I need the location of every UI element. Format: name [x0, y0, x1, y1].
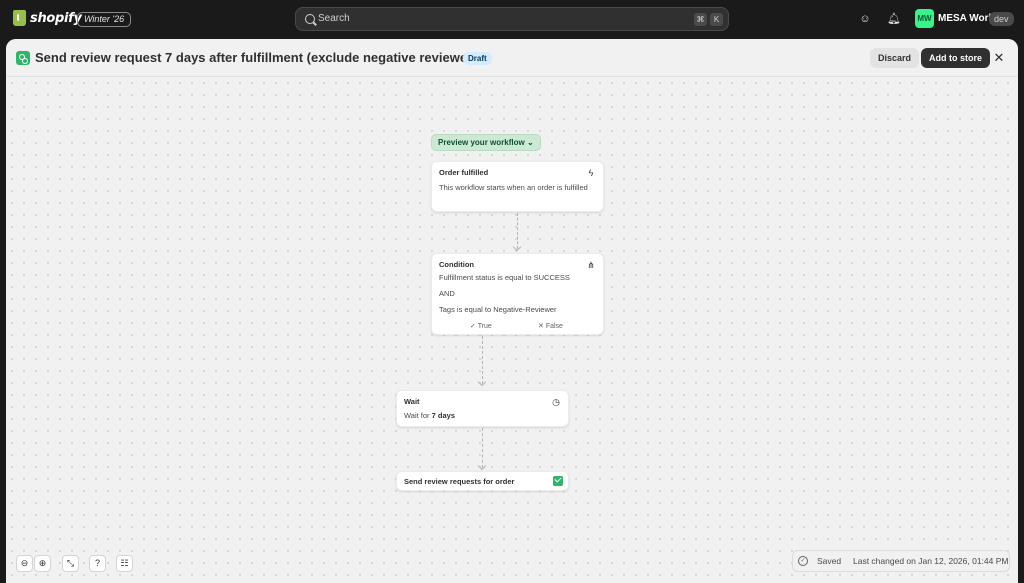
workflow-canvas[interactable]: Preview your workflow ⌄ Order fulfilled … [6, 77, 1018, 583]
condition-operator: AND [439, 289, 455, 298]
saved-label: Saved [817, 556, 842, 566]
x-icon: ✕ [538, 323, 546, 330]
chevron-down-icon: ⌄ [526, 138, 534, 147]
trigger-card[interactable]: Order fulfilled ϟ This workflow starts w… [431, 161, 604, 212]
wait-title: Wait [404, 397, 420, 406]
admin-topbar: shopify Winter '26 Search ⌘ K ☺ 🔔︎ MW ME… [0, 0, 1024, 38]
preview-workflow-button[interactable]: Preview your workflow ⌄ [431, 134, 541, 151]
fit-view-button[interactable]: ⤡ [62, 555, 79, 572]
status-badge: Draft [463, 52, 492, 65]
check-icon: ✓ [470, 323, 478, 330]
lightning-icon: ϟ [588, 168, 594, 178]
clock-icon: ◷ [552, 397, 560, 407]
wait-prefix: Wait for [404, 411, 430, 420]
wait-description: Wait for 7 days [404, 410, 455, 421]
close-icon[interactable]: ✕ [992, 51, 1006, 65]
branch-icon: ⋔ [587, 260, 595, 270]
true-branch[interactable]: ✓ True [470, 322, 492, 330]
editor-header: Send review request 7 days after fulfill… [6, 39, 1018, 77]
command-key: ⌘ [694, 13, 707, 26]
wait-card[interactable]: Wait ◷ Wait for 7 days [396, 390, 569, 427]
store-avatar[interactable]: MW [915, 9, 934, 28]
connector-line [482, 336, 483, 384]
preview-label: Preview your workflow [438, 138, 525, 147]
shopify-logo[interactable]: shopify [13, 10, 82, 26]
connector-arrow [512, 242, 522, 252]
search-icon [305, 14, 315, 24]
check-circle-icon: ✓ [798, 556, 808, 566]
condition-title: Condition [439, 260, 474, 269]
zoom-out-button[interactable]: ⊖ [16, 555, 33, 572]
sidekick-icon[interactable]: ☺ [858, 12, 872, 26]
false-branch[interactable]: ✕ False [538, 322, 563, 330]
condition-line1: Fulfillment status is equal to SUCCESS [439, 273, 570, 282]
trigger-title: Order fulfilled [439, 168, 489, 177]
shopify-bag-icon [13, 10, 26, 26]
save-status: ✓ Saved Last changed on Jan 12, 2026, 01… [792, 550, 1010, 572]
discard-button[interactable]: Discard [870, 48, 920, 68]
condition-line2: Tags is equal to Negative-Reviewer [439, 305, 557, 314]
flow-app-icon [16, 51, 30, 65]
search-bar[interactable]: Search ⌘ K [295, 7, 729, 31]
page-title[interactable]: Send review request 7 days after fulfill… [35, 50, 484, 65]
add-to-store-button[interactable]: Add to store [921, 48, 990, 68]
logo-text: shopify [30, 10, 82, 26]
help-button[interactable]: ? [89, 555, 106, 572]
search-placeholder: Search [318, 13, 350, 24]
condition-card[interactable]: Condition ⋔ Fulfillment status is equal … [431, 253, 604, 335]
action-title: Send review requests for order [404, 477, 515, 486]
connector-arrow [477, 377, 487, 387]
trigger-description: This workflow starts when an order is fu… [439, 183, 588, 192]
wait-duration: 7 days [431, 411, 456, 420]
true-label: True [477, 323, 492, 330]
edition-badge[interactable]: Winter '26 [77, 12, 132, 27]
connector-arrow [477, 461, 487, 471]
last-changed: Last changed on Jan 12, 2026, 01:44 PM [853, 556, 1009, 566]
zoom-in-button[interactable]: ⊕ [34, 555, 51, 572]
k-key: K [710, 13, 723, 26]
action-card[interactable]: Send review requests for order [396, 471, 569, 491]
review-app-icon [553, 476, 563, 486]
dev-badge: dev [989, 12, 1014, 26]
false-label: False [545, 323, 563, 330]
bell-icon[interactable]: 🔔︎ [887, 12, 901, 26]
layout-button[interactable]: ☷ [116, 555, 133, 572]
workflow-editor: Send review request 7 days after fulfill… [6, 39, 1018, 583]
